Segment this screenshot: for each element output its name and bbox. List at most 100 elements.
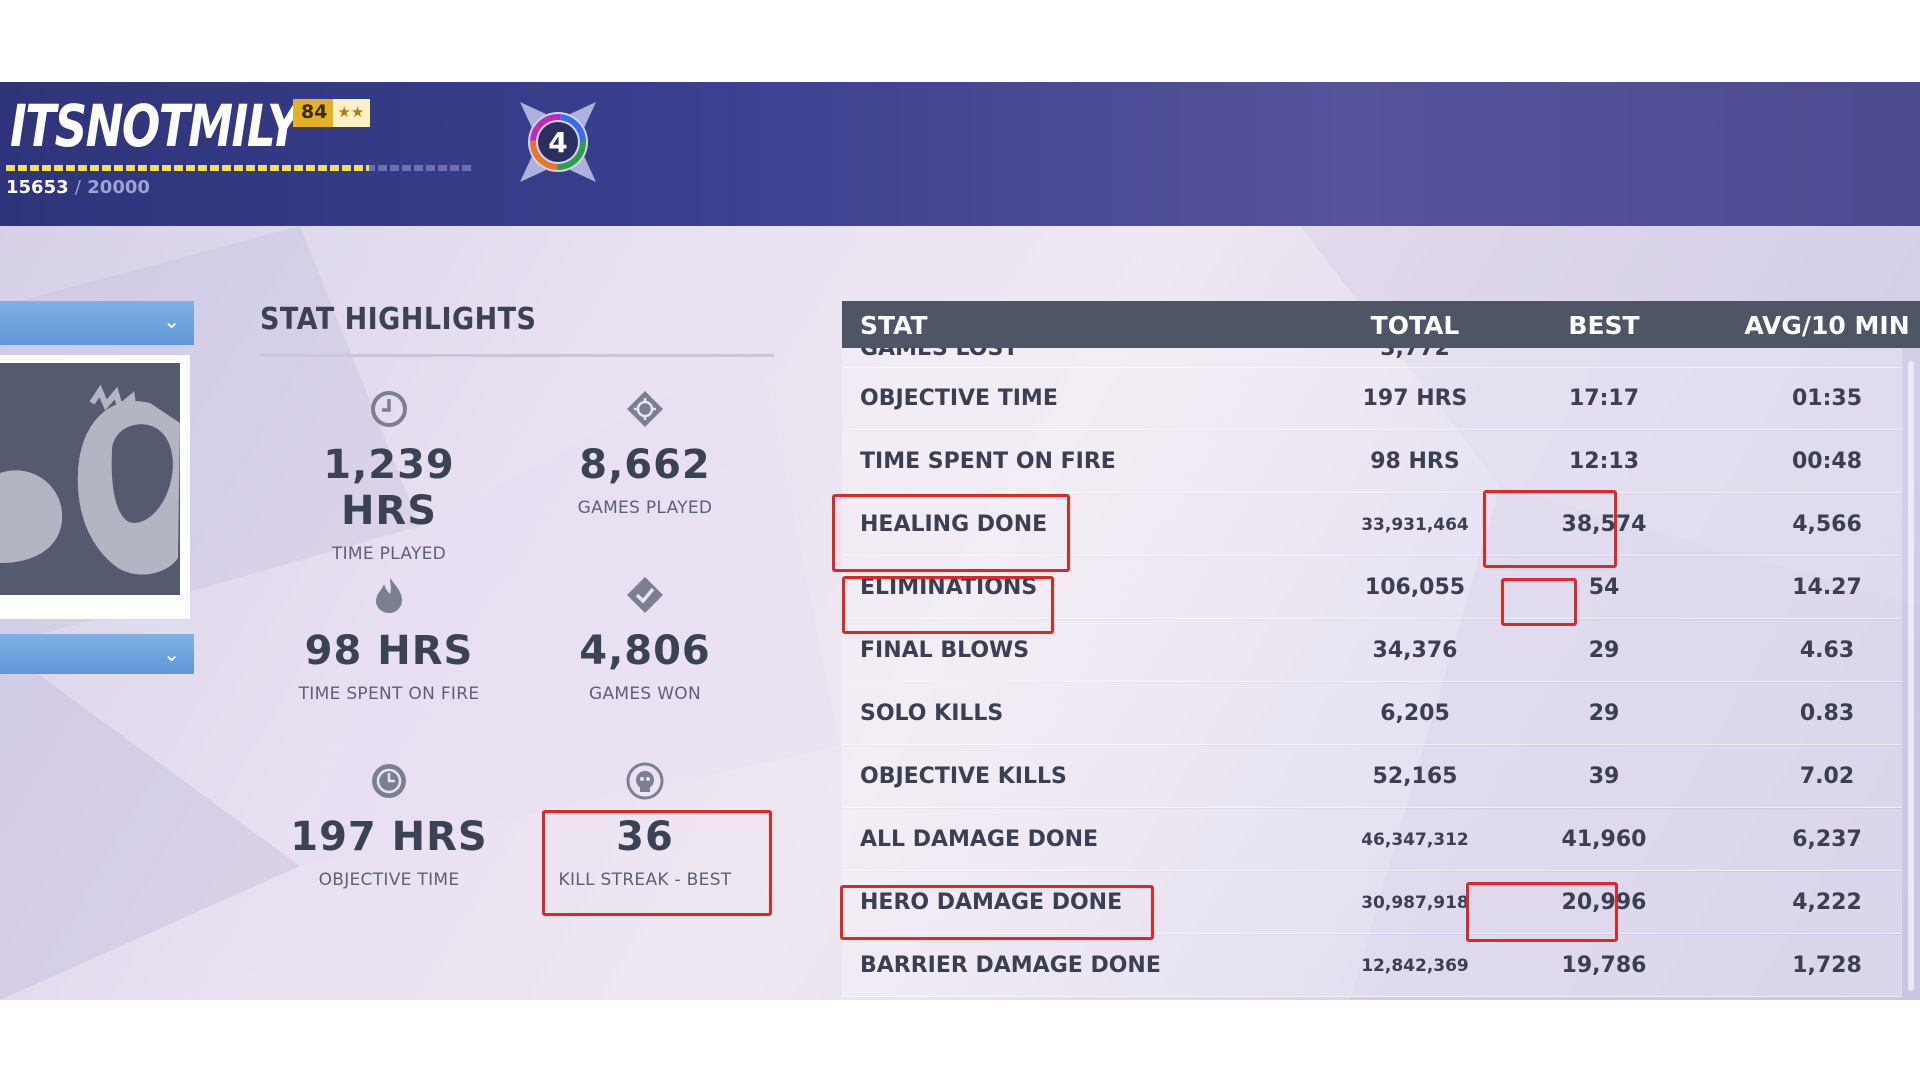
level-stars: ★★ (333, 99, 371, 127)
cell-total: 3,772 (1380, 348, 1450, 361)
xp-progress-fill (6, 165, 370, 171)
skull-target-icon (626, 762, 664, 800)
level-number: 84 (293, 99, 334, 127)
highlight-label: TIME PLAYED (331, 544, 447, 564)
cell-total: 33,931,464 (1361, 515, 1469, 535)
xp-progress-bar (6, 165, 472, 171)
highlight-value: 98 HRS (304, 628, 474, 674)
hero-portrait-frame (0, 355, 190, 619)
cell-avg: 14.27 (1792, 575, 1862, 600)
cell-stat: OBJECTIVE TIME (860, 386, 1058, 411)
table-row: SOLO KILLS 6,205 29 0.83 (842, 683, 1902, 745)
cell-total: 98 HRS (1370, 449, 1460, 474)
career-profile-screenshot: ITSNOTMILY 84 ★★ 15653 / 20000 4 ⌄ ⌄ STA… (0, 82, 1920, 1000)
category-dropdown[interactable]: ⌄ (0, 634, 194, 674)
table-row: TIME SPENT ON FIRE 98 HRS 12:13 00:48 (842, 431, 1902, 493)
xp-max: 20000 (87, 177, 150, 198)
hero-dropdown[interactable]: ⌄ (0, 301, 194, 345)
xp-current: 15653 (6, 177, 69, 198)
highlight-time-on-fire: 98 HRS TIME SPENT ON FIRE (279, 576, 499, 704)
annotation-box-healing-label (832, 494, 1070, 572)
table-row: BARRIER DAMAGE DONE 12,842,369 19,786 1,728 (842, 935, 1902, 997)
cell-best: 17:17 (1568, 386, 1640, 411)
cell-stat: BARRIER DAMAGE DONE (860, 953, 1161, 978)
cell-total: 106,055 (1364, 575, 1466, 600)
cell-stat: TIME SPENT ON FIRE (860, 449, 1116, 474)
level-badge: 84 ★★ (293, 99, 371, 127)
annotation-box-hero-damage-best (1466, 882, 1618, 942)
cell-avg: 4,222 (1792, 890, 1862, 915)
highlight-label: GAMES PLAYED (577, 498, 713, 518)
highlight-label: OBJECTIVE TIME (318, 870, 460, 890)
column-header-total[interactable]: TOTAL (1345, 311, 1485, 340)
highlight-games-won: 4,806 GAMES WON (535, 576, 755, 704)
column-header-stat[interactable]: STAT (860, 311, 928, 340)
hero-portrait (0, 363, 180, 595)
cell-avg: 4.63 (1799, 638, 1855, 663)
highlight-label: GAMES WON (588, 684, 701, 704)
highlight-games-played: 8,662 GAMES PLAYED (535, 390, 755, 518)
annotation-box-healing-best (1483, 490, 1617, 568)
cell-avg: 4,566 (1792, 512, 1862, 537)
cell-total: 12,842,369 (1361, 956, 1469, 976)
cell-total: 30,987,918 (1361, 893, 1469, 913)
highlight-time-played: 1,239 HRS TIME PLAYED (279, 390, 499, 564)
annotation-box-eliminations-best (1501, 578, 1577, 626)
stat-highlights-title: STAT HIGHLIGHTS (260, 302, 537, 337)
clock-icon (371, 391, 407, 427)
highlight-value: 197 HRS (290, 814, 488, 860)
chevron-down-icon: ⌄ (163, 309, 180, 333)
cell-best: 41,960 (1561, 827, 1647, 852)
cell-stat: FINAL BLOWS (860, 638, 1030, 663)
table-header: STAT TOTAL BEST AVG/10 MIN (842, 301, 1920, 348)
cell-best: 12:13 (1568, 449, 1640, 474)
cell-stat: ALL DAMAGE DONE (860, 827, 1099, 852)
table-row: ALL DAMAGE DONE 46,347,312 41,960 6,237 (842, 809, 1902, 871)
cell-best: 39 (1588, 764, 1620, 789)
xp-separator: / (74, 177, 81, 198)
check-diamond-icon (627, 577, 663, 613)
column-header-avg[interactable]: AVG/10 MIN (1718, 311, 1920, 340)
cell-stat: SOLO KILLS (860, 701, 1004, 726)
cell-avg: 0.83 (1799, 701, 1855, 726)
annotation-box-kill-streak (542, 810, 772, 916)
cell-total: 34,376 (1372, 638, 1458, 663)
cell-best: 19,786 (1561, 953, 1647, 978)
hero-silhouette-icon (0, 384, 180, 575)
annotation-box-hero-damage-label (840, 885, 1154, 940)
cell-best: 29 (1588, 638, 1620, 663)
highlight-value: 8,662 (579, 442, 711, 488)
cell-avg: 00:48 (1791, 449, 1863, 474)
chevron-down-icon: ⌄ (163, 642, 180, 666)
highlight-value: 1,239 HRS (323, 442, 455, 534)
cell-total: 6,205 (1380, 701, 1450, 726)
highlight-value: 4,806 (579, 628, 711, 674)
player-name: ITSNOTMILY (10, 92, 300, 160)
cell-avg: 6,237 (1792, 827, 1862, 852)
crosshair-diamond-icon (627, 391, 663, 427)
profile-header: ITSNOTMILY 84 ★★ 15653 / 20000 4 (0, 82, 1920, 226)
cell-total: 46,347,312 (1361, 830, 1469, 850)
divider (260, 354, 774, 357)
flame-icon (376, 578, 402, 613)
table-row-partial: GAMES LOST 3,772 (842, 348, 1902, 368)
table-scrollbar[interactable] (1908, 361, 1914, 991)
highlight-objective-time: 197 HRS OBJECTIVE TIME (279, 762, 499, 890)
cell-stat: OBJECTIVE KILLS (860, 764, 1067, 789)
table-row: OBJECTIVE TIME 197 HRS 17:17 01:35 (842, 368, 1902, 430)
cell-stat: GAMES LOST (860, 348, 1019, 361)
rank-number: 4 (548, 126, 567, 159)
annotation-box-eliminations-label (842, 576, 1054, 634)
xp-readout: 15653 / 20000 (6, 177, 150, 198)
cell-total: 197 HRS (1362, 386, 1468, 411)
rank-emblem-icon: 4 (520, 102, 596, 182)
cell-best: 29 (1588, 701, 1620, 726)
cell-avg: 1,728 (1792, 953, 1862, 978)
objective-timer-icon (372, 764, 406, 798)
highlight-label: TIME SPENT ON FIRE (298, 684, 480, 704)
cell-avg: 01:35 (1791, 386, 1863, 411)
column-header-best[interactable]: BEST (1534, 311, 1674, 340)
table-row: OBJECTIVE KILLS 52,165 39 7.02 (842, 746, 1902, 808)
cell-total: 52,165 (1372, 764, 1458, 789)
cell-avg: 7.02 (1799, 764, 1855, 789)
